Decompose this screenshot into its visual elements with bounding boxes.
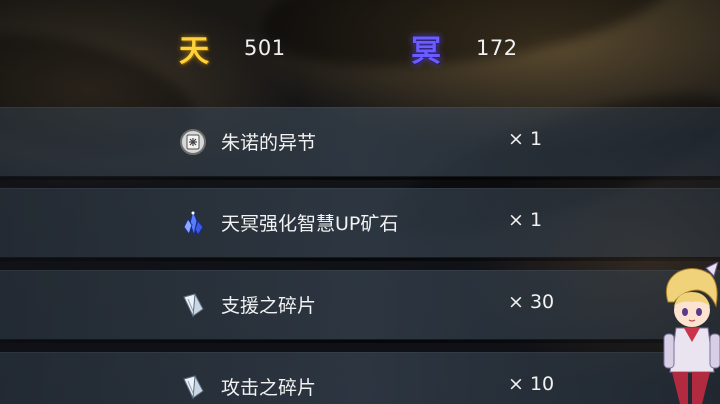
reward-quantity: × 30 xyxy=(508,291,555,313)
heaven-currency-value: 501 xyxy=(244,36,286,60)
blue-crystal-icon xyxy=(183,209,204,237)
reward-screen: 天 501 冥 172 朱诺的异节 × 1 天冥强化智慧UP矿石 × 1 支援之… xyxy=(0,0,720,404)
row-divider xyxy=(0,340,720,343)
heaven-currency: 天 501 xyxy=(176,30,286,69)
shard-icon xyxy=(183,293,204,318)
chibi-character xyxy=(663,262,720,404)
reward-row: 攻击之碎片 × 10 xyxy=(0,352,720,404)
reward-row: 朱诺的异节 × 1 xyxy=(0,107,720,177)
reward-quantity: × 1 xyxy=(508,128,543,150)
row-divider xyxy=(0,177,720,180)
reward-name: 攻击之碎片 xyxy=(221,377,317,399)
reward-name: 朱诺的异节 xyxy=(221,132,317,154)
underworld-currency-icon: 冥 xyxy=(411,34,441,69)
reward-row: 天冥强化智慧UP矿石 × 1 xyxy=(0,188,720,258)
heaven-currency-icon: 天 xyxy=(179,34,209,69)
reward-name: 天冥强化智慧UP矿石 xyxy=(221,213,399,235)
reward-name: 支援之碎片 xyxy=(221,295,317,317)
row-divider xyxy=(0,258,720,261)
scroll-icon xyxy=(180,129,206,155)
reward-quantity: × 1 xyxy=(508,209,543,231)
reward-row: 支援之碎片 × 30 xyxy=(0,270,720,340)
shard-icon xyxy=(183,375,204,400)
reward-quantity: × 10 xyxy=(508,373,555,395)
underworld-currency: 冥 172 xyxy=(408,30,518,69)
underworld-currency-value: 172 xyxy=(476,36,518,60)
